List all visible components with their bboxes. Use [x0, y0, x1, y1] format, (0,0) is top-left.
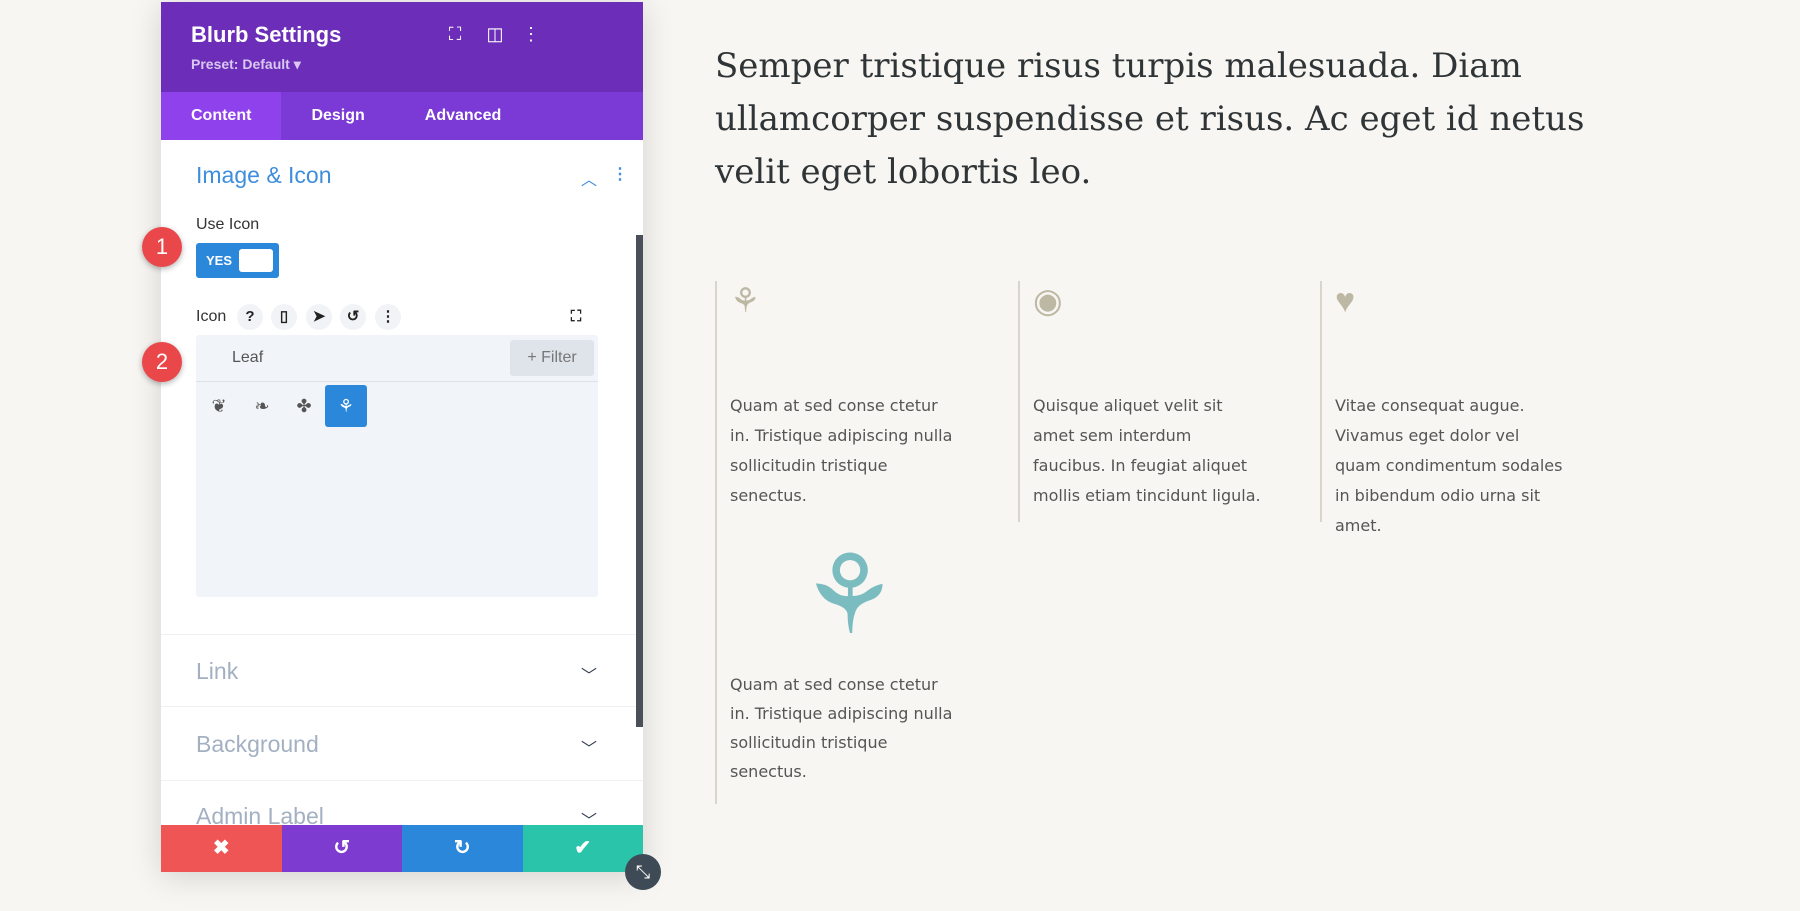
resize-handle-icon[interactable]: ⤡ [625, 854, 661, 890]
tab-bar: Content Design Advanced [161, 92, 643, 140]
blurb-3: ♥ Vitae consequat augue. Vivamus eget do… [1320, 281, 1580, 535]
step-badge-1: 1 [142, 227, 182, 267]
toggle-label: YES [206, 253, 233, 268]
blurb-settings-panel: Blurb Settings Preset: Default ▾ ⛶ ◫ ⋮ C… [161, 2, 643, 872]
blurb-text: Quisque aliquet velit sit amet sem inter… [1033, 396, 1261, 505]
reset-icon[interactable]: ↺ [340, 304, 366, 330]
chevron-down-icon[interactable]: ﹀ [581, 735, 597, 759]
chevron-up-icon[interactable]: ︿ [581, 166, 597, 190]
section-link[interactable]: Link [196, 658, 238, 685]
icon-search-bar: Leaf + Filter [196, 335, 598, 382]
fullscreen-icon[interactable]: ⛶ [443, 24, 467, 45]
icon-search-input[interactable]: Leaf [232, 349, 263, 367]
divider [161, 706, 643, 707]
page-heading: Semper tristique risus turpis malesuada.… [715, 46, 1585, 192]
blurb-text: Vitae consequat augue. Vivamus eget dolo… [1335, 396, 1563, 535]
blurb-2: ◉ Quisque aliquet velit sit amet sem int… [1018, 281, 1278, 522]
use-icon-toggle[interactable]: YES [196, 243, 279, 278]
heart-hand-icon: ♥ [1335, 282, 1356, 320]
scrollbar[interactable] [636, 235, 643, 727]
section-menu-icon[interactable]: ⋮ [612, 164, 628, 184]
filter-button[interactable]: + Filter [510, 340, 594, 376]
section-image-icon-header[interactable]: Image & Icon [196, 162, 332, 189]
split-view-icon[interactable]: ◫ [483, 24, 507, 45]
chevron-down-icon[interactable]: ﹀ [581, 662, 597, 686]
maple-leaf-icon[interactable]: ✤ [283, 385, 325, 427]
blurb-text: Quam at sed conse ctetur in. Tristique a… [730, 396, 953, 505]
icon-picker: Leaf + Filter ❦ ❧ ✤ ⚘ [196, 335, 598, 597]
preset-dropdown[interactable]: Preset: Default ▾ [191, 56, 301, 73]
tab-advanced[interactable]: Advanced [395, 92, 531, 140]
section-background[interactable]: Background [196, 731, 319, 758]
leaf-filled-icon[interactable]: ❦ [198, 385, 240, 427]
eye-icon: ◉ [1033, 282, 1063, 320]
cancel-button[interactable]: ✖ [161, 825, 282, 872]
panel-header: Blurb Settings Preset: Default ▾ ⛶ ◫ ⋮ [161, 2, 643, 92]
mobile-icon[interactable]: ▯ [271, 304, 297, 330]
icon-label: Icon [196, 308, 227, 325]
save-button[interactable]: ✔ [522, 825, 643, 872]
expand-field-icon[interactable]: ⛶ [563, 304, 589, 330]
toggle-knob [239, 249, 273, 272]
leaf-outline-icon[interactable]: ❧ [241, 385, 283, 427]
branch-leaf-icon[interactable]: ⚘ [325, 385, 367, 427]
panel-title: Blurb Settings [191, 22, 342, 47]
help-icon[interactable]: ? [237, 304, 263, 330]
divider [161, 780, 643, 781]
tab-design[interactable]: Design [281, 92, 394, 140]
step-badge-2: 2 [142, 342, 182, 382]
divider [161, 634, 643, 635]
preview-blurb-text: Quam at sed conse ctetur in. Tristique a… [730, 675, 953, 781]
more-options-icon[interactable]: ⋮ [519, 24, 543, 45]
redo-button[interactable]: ↻ [402, 825, 523, 872]
pointer-icon[interactable]: ➤ [306, 304, 332, 330]
field-menu-icon[interactable]: ⋮ [375, 304, 401, 330]
use-icon-label: Use Icon [196, 216, 260, 233]
leaf-icon: ⚘ [730, 282, 761, 320]
undo-button[interactable]: ↺ [281, 825, 402, 872]
blurb-1: ⚘ Quam at sed conse ctetur in. Tristique… [715, 281, 975, 804]
preview-leaf-icon: ⚘ [800, 534, 899, 657]
tab-content[interactable]: Content [161, 92, 282, 140]
